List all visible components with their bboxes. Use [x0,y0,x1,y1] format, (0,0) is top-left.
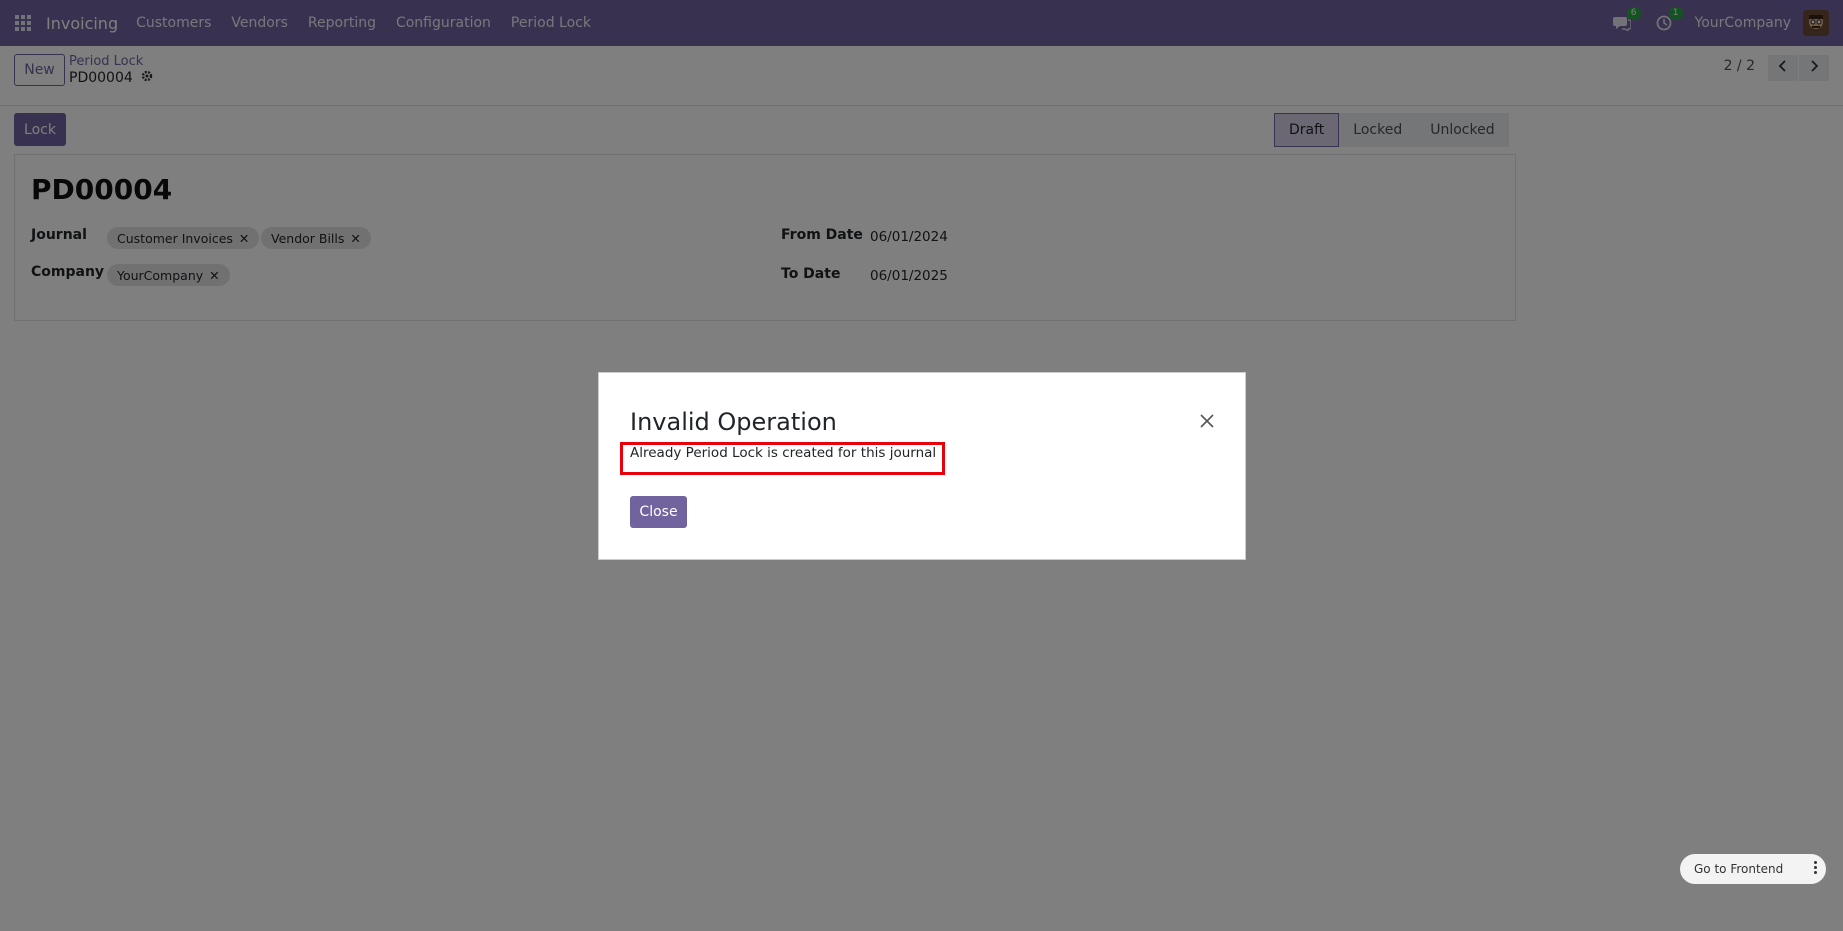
close-button[interactable]: Close [630,496,687,528]
highlight-box [620,442,945,475]
go-to-frontend-button[interactable]: Go to Frontend [1680,862,1783,876]
more-options-icon[interactable] [1814,861,1818,874]
go-to-frontend-widget: Go to Frontend [1680,854,1826,884]
invalid-operation-dialog: Invalid Operation Already Period Lock is… [598,372,1246,560]
close-icon[interactable] [1197,411,1217,431]
dialog-title: Invalid Operation [630,408,837,436]
